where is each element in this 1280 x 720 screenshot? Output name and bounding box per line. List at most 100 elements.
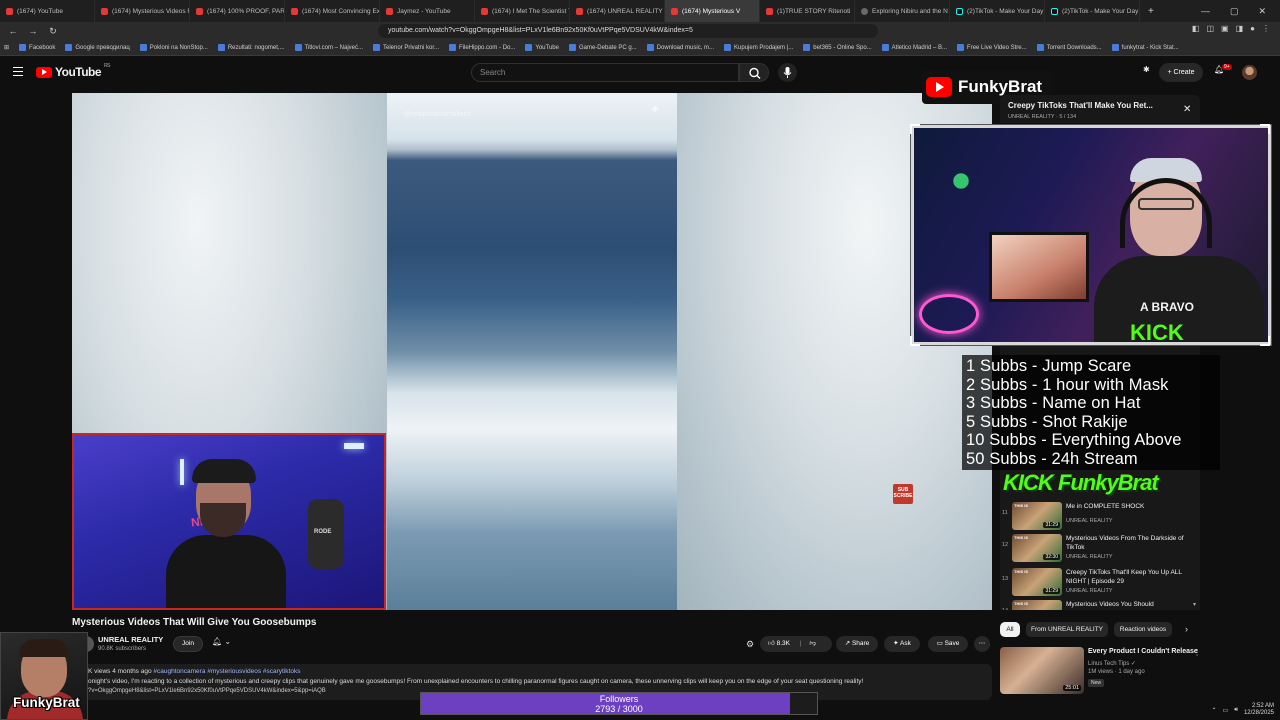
reload-icon[interactable]: ↻ (46, 24, 60, 38)
chevron-up-icon[interactable]: ⌃ (1211, 707, 1216, 714)
channel-name[interactable]: UNREAL REALITY (98, 635, 163, 644)
url-field[interactable]: youtube.com/watch?v=OkggOmpgeH8&list=PLx… (378, 24, 878, 38)
more-vert-icon[interactable]: ⋮ (1193, 648, 1201, 657)
filter-chip[interactable]: From UNREAL REALITY (1026, 622, 1108, 637)
bookmark-item[interactable]: Titlovi.com – Najveć... (294, 44, 363, 51)
bookmark-item[interactable]: Download music, m... (646, 44, 714, 51)
browser-tab[interactable]: (1674) UNREAL REALITY - Y (570, 0, 665, 22)
recommended-thumbnail[interactable]: 25:01 (1000, 647, 1084, 694)
search-button[interactable] (739, 63, 769, 82)
search-icon (749, 67, 761, 79)
recommended-title[interactable]: Every Product I Couldn't Release (1088, 648, 1198, 655)
browser-tab[interactable]: (1674) Mysterious V (665, 0, 760, 22)
playlist-item[interactable]: 12 THIS IS 32:30 Mysterious Videos From The… (1000, 532, 1200, 564)
bell-icon: 🔔︎ (212, 637, 223, 646)
chevron-right-icon[interactable]: › (1185, 624, 1188, 634)
bookmark-item[interactable]: Game-Debate PC g... (568, 44, 637, 51)
minimize-icon[interactable]: — (1201, 6, 1210, 16)
ask-button[interactable]: ✦ Ask (884, 636, 920, 652)
like-dislike-group[interactable]: 👍︎ 8.3K | 👎︎ (760, 636, 832, 652)
bookmark-item[interactable]: Free Live Video Stre... (957, 44, 1027, 51)
browser-tab[interactable]: Exploring Nibiru and the N (855, 0, 950, 22)
playlist-item[interactable]: 14 THIS IS Mysterious Videos You Should (1000, 598, 1200, 610)
browser-tab[interactable]: (1674) 100% PROOF, PARA (190, 0, 285, 22)
bookmark-favicon-icon (525, 44, 533, 51)
extension-icon[interactable]: ▣ (1221, 24, 1229, 33)
extension-icon[interactable]: ◧ (1192, 24, 1200, 33)
bookmark-favicon-icon (957, 44, 965, 51)
playlist-item-channel: UNREAL REALITY (1066, 588, 1113, 594)
browser-tab[interactable]: Jaymez - YouTube (380, 0, 475, 22)
clock[interactable]: 2:52 AM 12/28/2025 (1244, 703, 1274, 717)
like-count: 8.3K (776, 640, 790, 647)
display-icon[interactable]: ▭ (1223, 707, 1229, 714)
volume-icon[interactable]: 🔊︎ (1234, 707, 1238, 714)
tab-label: Exploring Nibiru and the N (872, 7, 948, 15)
new-tab-icon[interactable]: + (1148, 6, 1154, 17)
playlist-item[interactable]: 13 THIS IS 31:29 Creepy TikToks That'll Kee… (1000, 566, 1200, 598)
maximize-icon[interactable]: ▢ (1230, 6, 1239, 17)
divider: | (799, 640, 802, 647)
hamburger-menu-icon[interactable] (13, 67, 23, 76)
bookmark-item[interactable]: funkytrat - Kick Stat... (1111, 44, 1179, 51)
bookmark-item[interactable]: Kupujem Prodajem |... (724, 44, 793, 51)
browser-tab[interactable]: (1674) I Met The Scientist T (475, 0, 570, 22)
cast-icon[interactable]: ✱ (1143, 65, 1150, 74)
gear-extension-icon[interactable]: ⚙ (746, 639, 754, 650)
bookmark-item[interactable]: FileHippo.com - Do... (449, 44, 515, 51)
playlist-item[interactable]: 11 THIS IS 31:29 Me in COMPLETE SHOCK UNREAL… (1000, 500, 1200, 532)
browser-tab[interactable]: (1674) YouTube (0, 0, 95, 22)
voice-search-button[interactable] (778, 63, 797, 82)
share-button[interactable]: ↗ Share (836, 636, 878, 652)
reactor-person: NELISTA (166, 459, 286, 608)
apps-grid-icon[interactable]: ⊞ (4, 44, 9, 51)
extension-icon[interactable]: ◫ (1206, 24, 1214, 33)
forward-icon[interactable]: → (26, 24, 40, 38)
close-playlist-icon[interactable]: ✕ (1183, 104, 1191, 115)
bookmark-item[interactable]: Torrent Downloads... (1036, 44, 1102, 51)
extension-icon[interactable]: ◨ (1236, 24, 1244, 33)
filter-chip[interactable]: All (1000, 622, 1020, 637)
tab-label: (1674) Most Convincing Ex (302, 7, 380, 15)
bookmark-label: Atletico Madrid – B... (891, 44, 948, 51)
join-button[interactable]: Join (173, 636, 203, 652)
bookmark-item[interactable]: Atletico Madrid – B... (881, 44, 948, 51)
save-button[interactable]: ▭ Save (928, 636, 968, 652)
filter-chip[interactable]: Reaction videos (1114, 622, 1172, 637)
bookmark-item[interactable]: Google преводилац (65, 44, 130, 51)
browser-tab[interactable]: (1)TRUE STORY Ritenoti (760, 0, 855, 22)
playlist-thumbnail: THIS IS 32:30 (1012, 534, 1062, 562)
bookmark-item[interactable]: Facebook (19, 44, 55, 51)
recommended-channel[interactable]: Linus Tech Tips ✓ (1088, 660, 1136, 667)
profile-icon[interactable]: ● (1250, 24, 1255, 33)
browser-tab[interactable]: (2)TikTok - Make Your Day (950, 0, 1045, 22)
notification-settings-button[interactable]: 🔔︎ ⌄ (212, 637, 240, 652)
back-icon[interactable]: ← (6, 24, 20, 38)
bookmark-item[interactable]: bet365 - Online Spo... (803, 44, 872, 51)
search-input[interactable]: Search (471, 63, 739, 82)
playlist-scroll-down-icon[interactable]: ▾ (1193, 601, 1196, 608)
bookmark-item[interactable]: YouTube (525, 44, 559, 51)
browser-tab[interactable]: (1674) Mysterious Videos F (95, 0, 190, 22)
hashtags[interactable]: #caughtoncamera #mysteriousvideos #scary… (153, 668, 300, 675)
close-icon[interactable]: ✕ (1258, 6, 1266, 17)
playlist-title[interactable]: Creepy TikToks That'll Make You Ret... (1008, 101, 1153, 110)
tab-label: (2)TikTok - Make Your Day (967, 7, 1044, 15)
youtube-logo[interactable]: YouTube RS (36, 63, 110, 79)
bookmark-item[interactable]: Rezultati: nogomet,... (217, 44, 285, 51)
menu-dots-icon[interactable]: ⋮ (1262, 24, 1270, 33)
reactor-beard (200, 503, 246, 537)
clock-time: 2:52 AM (1251, 703, 1274, 709)
bookmark-item[interactable]: Pokloni na NonStop... (139, 44, 208, 51)
browser-tab[interactable]: (2)TikTok - Make Your Day (1045, 0, 1140, 22)
more-actions-button[interactable]: ⋯ (974, 636, 990, 652)
create-button[interactable]: + Create (1159, 63, 1203, 82)
bookmark-favicon-icon (724, 44, 732, 51)
bookmark-item[interactable]: Telenor Privatni kor... (373, 44, 439, 51)
description-url[interactable]: ?v=OkggOmpgeH8&list=PLxV1le6Bn92x50Kf0uV… (88, 688, 326, 694)
subscribe-watermark[interactable]: SUB SCRIBE (893, 484, 913, 504)
account-avatar[interactable] (1242, 65, 1257, 80)
bookmark-label: FileHippo.com - Do... (459, 44, 516, 51)
streamer-webcam: A BRAVO KICK (910, 124, 1272, 346)
browser-tab[interactable]: (1674) Most Convincing Ex (285, 0, 380, 22)
